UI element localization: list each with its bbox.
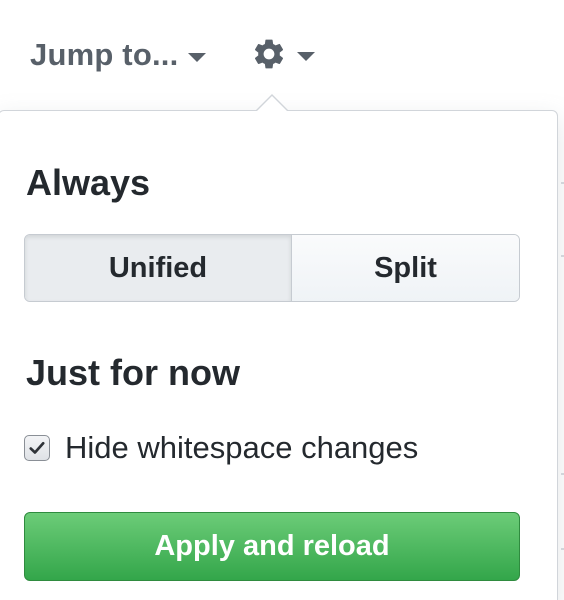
gear-icon bbox=[254, 39, 284, 69]
jump-to-label: Jump to... bbox=[30, 37, 179, 72]
diff-view-toggle: Unified Split bbox=[24, 234, 520, 302]
unified-view-button[interactable]: Unified bbox=[25, 235, 292, 301]
hide-whitespace-option: Hide whitespace changes bbox=[24, 430, 418, 466]
split-view-button[interactable]: Split bbox=[292, 235, 519, 301]
hide-whitespace-label: Hide whitespace changes bbox=[65, 430, 419, 465]
popover-arrow-fill bbox=[256, 96, 288, 112]
checkmark-icon bbox=[29, 441, 45, 454]
hide-whitespace-checkbox[interactable] bbox=[24, 435, 50, 461]
jump-to-dropdown[interactable]: Jump to... bbox=[30, 37, 207, 73]
diff-settings-view: Jump to... Always Unified Split Just for… bbox=[0, 0, 564, 600]
always-heading: Always bbox=[26, 162, 151, 203]
diff-settings-button[interactable] bbox=[251, 36, 315, 72]
apply-and-reload-button[interactable]: Apply and reload bbox=[24, 512, 520, 581]
just-for-now-heading: Just for now bbox=[26, 352, 240, 393]
caret-down-icon bbox=[188, 52, 207, 62]
caret-down-icon bbox=[297, 51, 315, 61]
